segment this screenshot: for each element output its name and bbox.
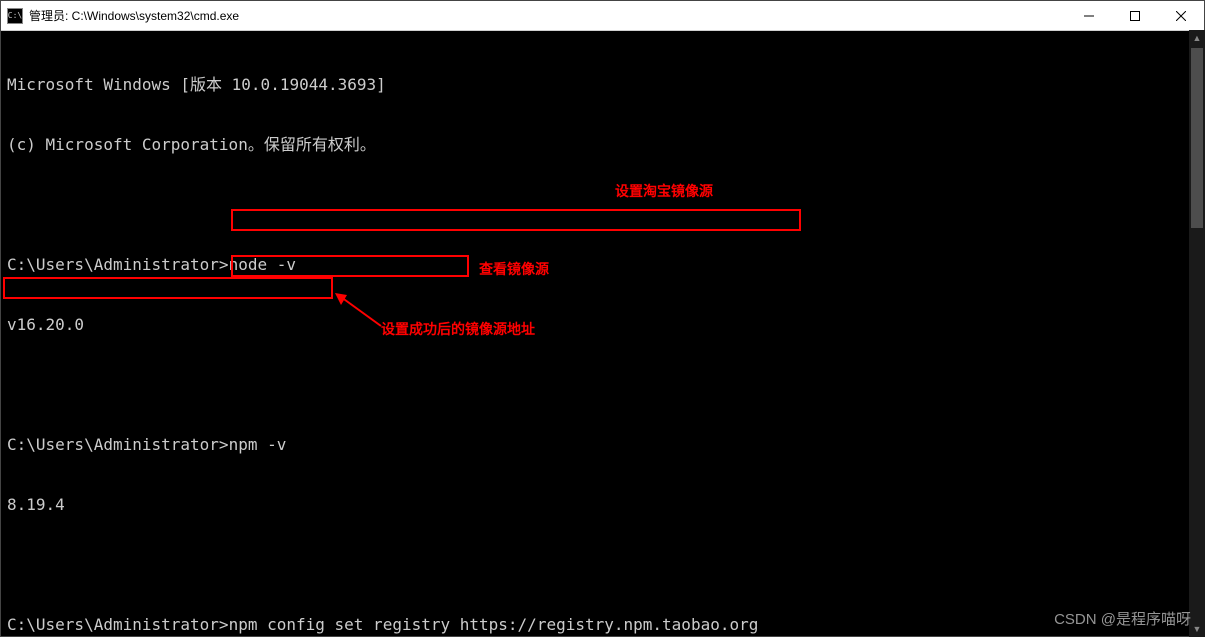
close-button[interactable]	[1158, 1, 1204, 30]
terminal-line: C:\Users\Administrator>npm -v	[7, 435, 1198, 455]
command: npm -v	[229, 435, 287, 454]
terminal-output: 8.19.4	[7, 495, 1198, 515]
prompt: C:\Users\Administrator>	[7, 615, 229, 634]
command: node -v	[229, 255, 296, 274]
prompt: C:\Users\Administrator>	[7, 435, 229, 454]
command-prompt-window: C:\ 管理员: C:\Windows\system32\cmd.exe Mic…	[0, 0, 1205, 637]
terminal-output: v16.20.0	[7, 315, 1198, 335]
window-controls	[1066, 1, 1204, 30]
scrollbar-down-arrow-icon[interactable]: ▼	[1189, 621, 1205, 637]
terminal-output: Microsoft Windows [版本 10.0.19044.3693]	[7, 75, 1198, 95]
maximize-button[interactable]	[1112, 1, 1158, 30]
cmd-icon: C:\	[7, 8, 23, 24]
scrollbar-up-arrow-icon[interactable]: ▲	[1189, 30, 1205, 46]
prompt: C:\Users\Administrator>	[7, 255, 229, 274]
annotation-box-registry-url	[3, 277, 333, 299]
minimize-button[interactable]	[1066, 1, 1112, 30]
window-title: 管理员: C:\Windows\system32\cmd.exe	[29, 7, 1066, 24]
terminal-blank	[7, 555, 1198, 575]
terminal-blank	[7, 375, 1198, 395]
terminal-line: C:\Users\Administrator>npm config set re…	[7, 615, 1198, 635]
terminal-blank	[7, 195, 1198, 215]
terminal-area[interactable]: Microsoft Windows [版本 10.0.19044.3693] (…	[1, 31, 1204, 636]
scrollbar-thumb[interactable]	[1191, 48, 1203, 228]
titlebar[interactable]: C:\ 管理员: C:\Windows\system32\cmd.exe	[1, 1, 1204, 31]
vertical-scrollbar[interactable]: ▲ ▼	[1189, 30, 1205, 637]
watermark: CSDN @是程序喵呀	[1054, 608, 1191, 629]
terminal-line: C:\Users\Administrator>node -v	[7, 255, 1198, 275]
terminal-output: (c) Microsoft Corporation。保留所有权利。	[7, 135, 1198, 155]
command: npm config set registry https://registry…	[229, 615, 759, 634]
